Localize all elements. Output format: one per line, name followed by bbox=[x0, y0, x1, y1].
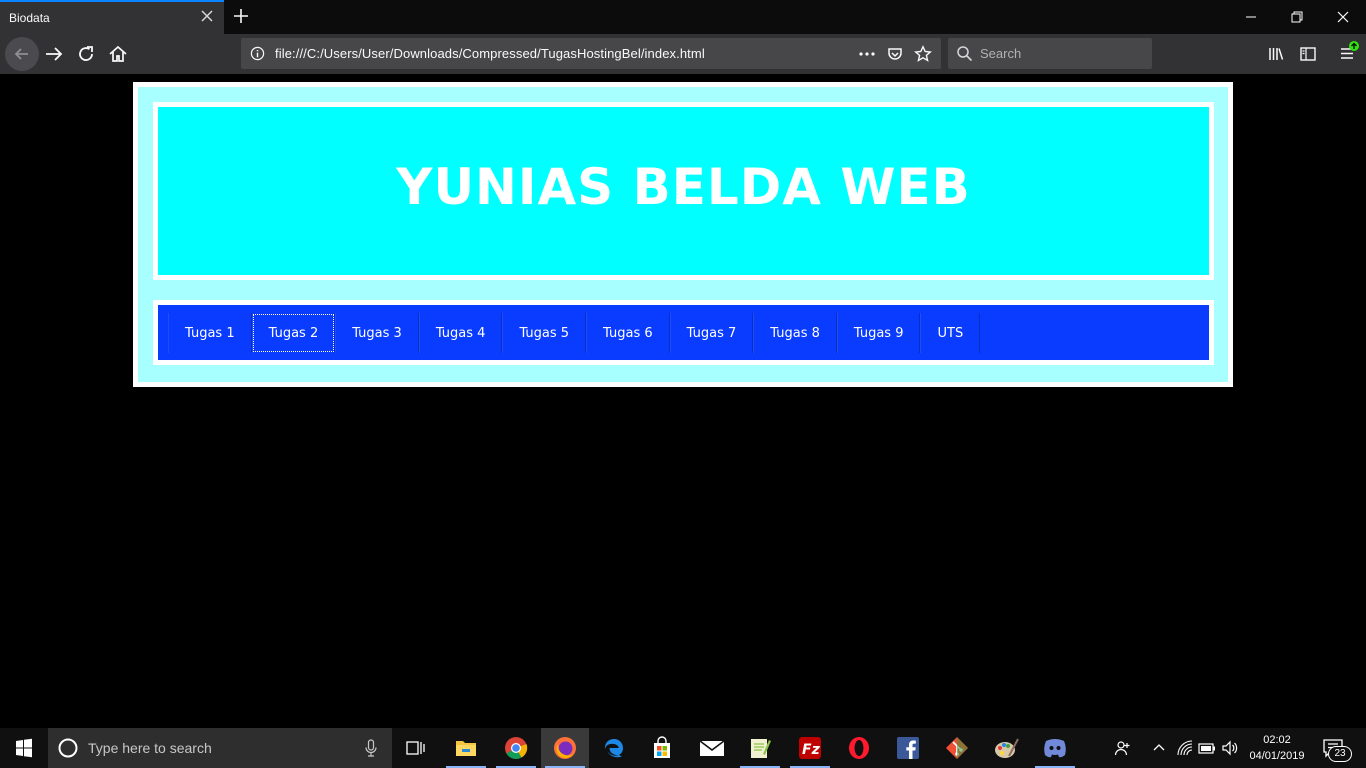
taskbar-search-placeholder: Type here to search bbox=[88, 740, 212, 756]
menu-item-tugas-5[interactable]: Tugas 5 bbox=[502, 313, 587, 353]
task-view-button[interactable] bbox=[392, 728, 440, 768]
nav-menu: Tugas 1 Tugas 2 Tugas 3 Tugas 4 Tugas 5 Tugas… bbox=[158, 305, 1209, 360]
taskbar-opera[interactable] bbox=[835, 728, 883, 768]
pocket-icon[interactable] bbox=[886, 45, 904, 63]
page-viewport: YUNIAS BELDA WEB Tugas 1 Tugas 2 Tugas 3 Tu… bbox=[0, 74, 1366, 728]
taskbar: Type here to search Fz 02:02 04/01/2019 … bbox=[0, 728, 1366, 768]
taskbar-chrome[interactable] bbox=[492, 728, 540, 768]
chevron-up-icon[interactable] bbox=[1150, 739, 1168, 757]
menu-item-tugas-1[interactable]: Tugas 1 bbox=[168, 313, 252, 353]
forward-icon[interactable] bbox=[42, 42, 66, 66]
filezilla-icon: Fz bbox=[799, 737, 821, 759]
taskbar-firefox[interactable] bbox=[541, 728, 589, 768]
notification-badge: 23 bbox=[1328, 746, 1352, 762]
menu-item-tugas-4[interactable]: Tugas 4 bbox=[418, 313, 503, 353]
notepad-plus-plus-icon bbox=[751, 739, 771, 758]
taskbar-store[interactable] bbox=[638, 728, 686, 768]
folder-icon bbox=[456, 741, 476, 756]
taskbar-filezilla[interactable]: Fz bbox=[786, 728, 834, 768]
taskbar-mail[interactable] bbox=[688, 728, 736, 768]
menu-update-icon[interactable] bbox=[1338, 40, 1362, 64]
menu-border: Tugas 1 Tugas 2 Tugas 3 Tugas 4 Tugas 5 Tugas… bbox=[153, 300, 1214, 365]
volume-icon[interactable] bbox=[1221, 739, 1239, 757]
home-icon[interactable] bbox=[106, 42, 130, 66]
info-icon[interactable] bbox=[250, 46, 265, 61]
tab-title: Biodata bbox=[9, 11, 50, 25]
edge-icon bbox=[604, 739, 624, 758]
svg-text:Fz: Fz bbox=[802, 742, 821, 758]
task-view-icon bbox=[406, 741, 425, 755]
taskbar-search-box[interactable]: Type here to search bbox=[48, 728, 392, 768]
close-tab-icon[interactable] bbox=[200, 9, 214, 23]
facebook-icon bbox=[897, 737, 919, 759]
back-arrow-icon bbox=[14, 48, 28, 60]
page-container: YUNIAS BELDA WEB Tugas 1 Tugas 2 Tugas 3 Tu… bbox=[138, 87, 1228, 382]
new-tab-icon[interactable] bbox=[232, 7, 250, 25]
header: YUNIAS BELDA WEB bbox=[158, 107, 1209, 275]
header-border: YUNIAS BELDA WEB bbox=[153, 102, 1214, 280]
taskbar-clock[interactable]: 02:02 04/01/2019 bbox=[1244, 732, 1310, 764]
url-bar[interactable]: file:///C:/Users/User/Downloads/Compress… bbox=[241, 38, 941, 69]
library-icon[interactable] bbox=[1267, 45, 1285, 63]
page-actions-icon[interactable] bbox=[858, 45, 876, 63]
menu-item-tugas-7[interactable]: Tugas 7 bbox=[669, 313, 754, 353]
store-icon bbox=[654, 736, 670, 758]
clock-time: 02:02 bbox=[1263, 734, 1291, 746]
cortana-icon bbox=[58, 738, 78, 758]
menu-item-tugas-3[interactable]: Tugas 3 bbox=[335, 313, 419, 353]
menu-item-tugas-2[interactable]: Tugas 2 bbox=[251, 313, 336, 353]
menu-list: Tugas 1 Tugas 2 Tugas 3 Tugas 4 Tugas 5 Tugas… bbox=[168, 313, 981, 353]
battery-icon[interactable] bbox=[1198, 739, 1216, 757]
reload-icon[interactable] bbox=[74, 42, 98, 66]
page-wrapper: YUNIAS BELDA WEB Tugas 1 Tugas 2 Tugas 3 Tu… bbox=[133, 82, 1233, 387]
taskbar-notepad-plus-plus[interactable] bbox=[736, 728, 784, 768]
git-icon bbox=[946, 737, 968, 759]
restore-icon[interactable] bbox=[1290, 10, 1304, 24]
menu-item-uts[interactable]: UTS bbox=[920, 313, 981, 353]
taskbar-edge[interactable] bbox=[590, 728, 638, 768]
taskbar-facebook[interactable] bbox=[884, 728, 932, 768]
search-placeholder: Search bbox=[980, 46, 1022, 61]
mail-icon bbox=[699, 740, 725, 756]
taskbar-discord[interactable] bbox=[1031, 728, 1079, 768]
wifi-icon[interactable] bbox=[1176, 739, 1194, 757]
discord-icon bbox=[1044, 739, 1066, 758]
back-button[interactable] bbox=[5, 37, 39, 71]
menu-item-tugas-6[interactable]: Tugas 6 bbox=[586, 313, 670, 353]
bookmark-star-icon[interactable] bbox=[914, 45, 932, 63]
clock-date: 04/01/2019 bbox=[1249, 750, 1305, 762]
page-title: YUNIAS BELDA WEB bbox=[396, 158, 971, 216]
people-icon[interactable] bbox=[1114, 739, 1132, 757]
chrome-icon bbox=[505, 737, 528, 759]
tab-biodata[interactable]: Biodata bbox=[0, 0, 224, 34]
opera-icon bbox=[849, 737, 869, 759]
windows-start-icon[interactable] bbox=[0, 728, 48, 768]
paint-icon bbox=[995, 738, 1019, 758]
menu-item-tugas-8[interactable]: Tugas 8 bbox=[753, 313, 837, 353]
sidebar-icon[interactable] bbox=[1299, 45, 1317, 63]
search-bar[interactable]: Search bbox=[948, 38, 1152, 69]
url-text[interactable]: file:///C:/Users/User/Downloads/Compress… bbox=[275, 46, 705, 61]
taskbar-paint[interactable] bbox=[982, 728, 1030, 768]
close-window-icon[interactable] bbox=[1336, 10, 1350, 24]
firefox-icon bbox=[554, 737, 576, 759]
taskbar-file-explorer[interactable] bbox=[442, 728, 490, 768]
search-icon bbox=[957, 46, 973, 62]
taskbar-git[interactable] bbox=[933, 728, 981, 768]
microphone-icon[interactable] bbox=[364, 739, 378, 757]
tab-bar: Biodata bbox=[0, 0, 1366, 34]
navigation-toolbar: file:///C:/Users/User/Downloads/Compress… bbox=[0, 34, 1366, 74]
minimize-icon[interactable] bbox=[1244, 10, 1258, 24]
menu-item-tugas-9[interactable]: Tugas 9 bbox=[836, 313, 921, 353]
